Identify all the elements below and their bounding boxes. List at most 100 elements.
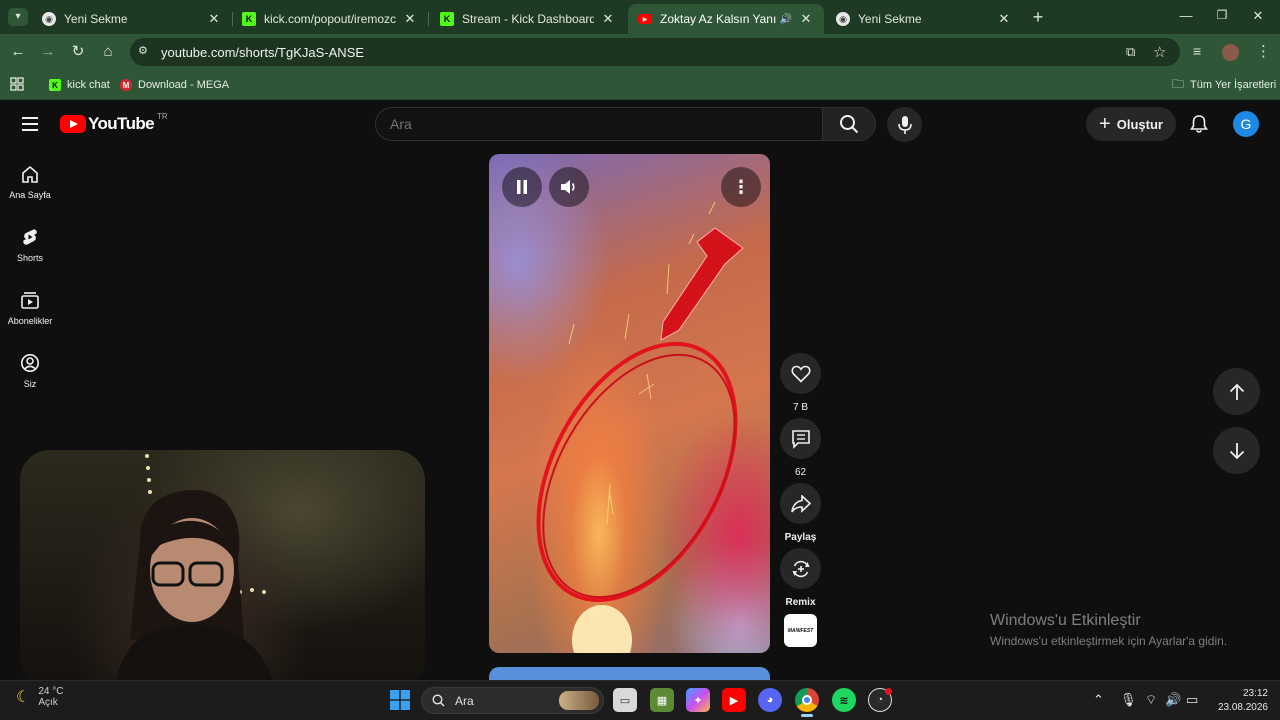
plus-icon: + (1099, 113, 1111, 135)
tab-2[interactable]: K kick.com/popout/iremozceritt/ch ✕ (232, 4, 428, 34)
tab-3[interactable]: K Stream - Kick Dashboard ✕ (430, 4, 626, 34)
tab-5[interactable]: ◉ Yeni Sekme ✕ (826, 4, 1022, 34)
youtube-app-icon[interactable]: ▶ (722, 688, 746, 712)
comments-button[interactable] (780, 418, 821, 459)
comment-icon (791, 429, 810, 449)
reload-button[interactable]: ↻ (68, 42, 88, 62)
previous-short-button[interactable] (1213, 368, 1260, 415)
sidebar-item-subscriptions[interactable]: Abonelikler (0, 290, 60, 326)
discord-icon[interactable]: ◕ (758, 688, 782, 712)
red-circle-annotation (536, 341, 738, 603)
task-view-icon[interactable]: ▭ (613, 688, 637, 712)
bookmark-star-icon[interactable]: ☆ (1153, 43, 1166, 61)
minecraft-icon[interactable]: ▦ (650, 688, 674, 712)
volume-button[interactable] (549, 167, 589, 207)
comment-count: 62 (794, 467, 807, 478)
chevron-down-icon: ▾ (15, 11, 21, 22)
sidebar-item-home[interactable]: Ana Sayfa (0, 164, 60, 200)
create-button[interactable]: + Oluştur (1086, 107, 1176, 141)
share-action[interactable]: Paylaş (780, 483, 821, 543)
volume-icon[interactable]: 🔊 (1165, 692, 1181, 708)
windows-logo-icon (390, 690, 410, 710)
moon-icon: ☾ (16, 689, 31, 706)
pause-icon (517, 180, 527, 194)
speaker-icon[interactable]: 🔊 (780, 14, 792, 25)
share-label: Paylaş (784, 532, 817, 543)
next-short-button[interactable] (1213, 427, 1260, 474)
video-more-button[interactable]: ⋮ (721, 167, 761, 207)
notification-dot (885, 688, 892, 695)
youtube-play-icon (60, 115, 86, 133)
streamer-silhouette (115, 454, 275, 690)
taskbar-search[interactable]: Ara (421, 687, 604, 714)
system-clock[interactable]: 23:12 23.08.2026 (1212, 687, 1268, 715)
browser-menu-icon[interactable]: ⋮ (1256, 42, 1271, 60)
youtube-logo[interactable]: YouTube TR (60, 112, 168, 135)
tray-overflow-icon[interactable]: ⌃ (1093, 692, 1104, 708)
chrome-taskbar-icon[interactable] (795, 688, 819, 712)
like-count: 7 B (792, 402, 808, 413)
apps-grid-icon[interactable] (10, 77, 24, 91)
windows-taskbar (0, 680, 1280, 720)
forward-button[interactable]: → (38, 42, 58, 62)
close-icon[interactable]: ✕ (798, 11, 814, 27)
shorts-video-player[interactable]: ⋮ (489, 154, 770, 653)
bookmark-mega[interactable]: M Download - MEGA (120, 75, 229, 95)
close-icon[interactable]: ✕ (206, 11, 222, 27)
window-minimize-button[interactable]: — (1176, 8, 1196, 23)
battery-icon[interactable]: ▭ (1186, 692, 1198, 708)
microphone-icon (897, 115, 912, 134)
chrome-icon: ◉ (836, 12, 850, 26)
all-bookmarks-folder[interactable]: 🗀 Tüm Yer İşaretleri (1172, 75, 1276, 95)
share-icon (790, 494, 811, 513)
sidebar-item-shorts[interactable]: Shorts (0, 227, 60, 263)
back-button[interactable]: ← (8, 42, 28, 62)
copilot-icon[interactable]: ✦ (686, 688, 710, 712)
arrow-up-icon (1229, 383, 1244, 400)
search-button[interactable] (822, 107, 876, 141)
window-close-button[interactable]: ✕ (1248, 8, 1268, 24)
bookmark-kick-chat[interactable]: K kick chat (49, 75, 110, 95)
notifications-bell-icon[interactable] (1189, 114, 1209, 134)
folder-icon: 🗀 (1172, 76, 1185, 91)
tab-search-button[interactable]: ▾ (8, 8, 28, 26)
url-text[interactable]: youtube.com/shorts/TgKJaS-ANSE (161, 45, 364, 60)
window-restore-button[interactable]: ❐ (1212, 8, 1232, 22)
pause-button[interactable] (502, 167, 542, 207)
search-input[interactable] (376, 108, 796, 140)
close-icon[interactable]: ✕ (402, 11, 418, 27)
sidebar-item-you[interactable]: Siz (0, 353, 60, 389)
media-controls-icon[interactable]: ≡ (1193, 43, 1201, 59)
close-icon[interactable]: ✕ (600, 11, 616, 27)
hamburger-menu-icon[interactable] (21, 116, 39, 132)
tab-4-active[interactable]: ▶ Zoktay Az Kalsın Yanıyordu🔥 🔊 ✕ (628, 4, 824, 34)
install-app-icon[interactable]: ⧉ (1126, 44, 1135, 60)
tab-1[interactable]: ◉ Yeni Sekme ✕ (32, 4, 232, 34)
home-button[interactable]: ⌂ (98, 42, 118, 62)
spotify-icon[interactable]: ≋ (832, 688, 856, 712)
remix-action[interactable]: Remix (780, 548, 821, 608)
close-icon[interactable]: ✕ (996, 11, 1012, 27)
search-icon (432, 694, 445, 707)
microphone-tray-icon[interactable]: 🎙 (1120, 692, 1137, 708)
search-box[interactable] (375, 107, 823, 141)
remix-label: Remix (785, 597, 816, 608)
next-short-preview[interactable] (489, 667, 770, 681)
voice-search-button[interactable] (887, 107, 922, 142)
profile-avatar[interactable] (1222, 44, 1239, 61)
account-avatar[interactable]: G (1233, 111, 1259, 137)
chrome-icon: ◉ (42, 12, 56, 26)
wifi-icon[interactable]: ⌔ (1145, 692, 1157, 708)
remix-button[interactable] (780, 548, 821, 589)
more-vertical-icon: ⋮ (732, 176, 750, 197)
site-info-icon[interactable]: ⚙ (138, 44, 152, 58)
weather-widget[interactable]: ☾ 24 °C Açık (16, 686, 63, 708)
like-action[interactable]: 7 B (780, 353, 821, 413)
comment-action[interactable]: 62 (780, 418, 821, 478)
share-button[interactable] (780, 483, 821, 524)
windows-start-button[interactable] (390, 690, 410, 710)
audio-channel-badge[interactable]: MANIFEST (784, 614, 817, 647)
red-arrow-shape (660, 227, 744, 341)
new-tab-button[interactable]: + (1028, 7, 1048, 27)
like-button[interactable] (780, 353, 821, 394)
